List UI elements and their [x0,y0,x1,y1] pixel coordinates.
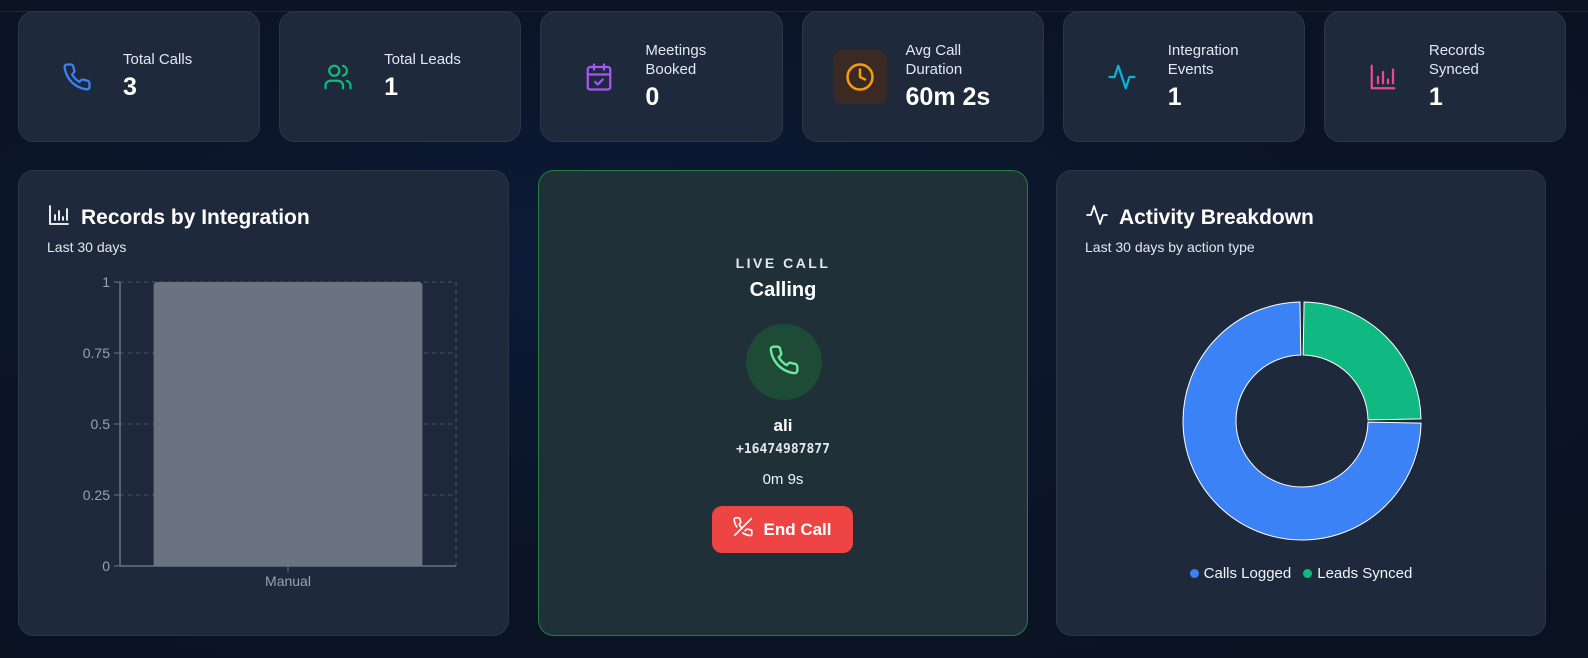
y-tick-label: 0 [102,558,110,574]
stat-label: Total Leads [384,51,461,68]
legend-label: Calls Logged [1203,565,1292,582]
phone-icon [59,59,95,95]
stat-value: 60m 2s [905,82,991,111]
caller-name: ali [773,416,793,435]
stat-value: 1 [1428,82,1443,111]
phone-off-icon [733,516,754,542]
live-call-tag: LIVE CALL [735,255,831,271]
bar [153,282,423,566]
stat-value: 1 [1167,82,1182,111]
stat-label: Records Synced [1428,41,1485,78]
legend-swatch [1189,569,1199,578]
end-call-label: End Call [763,519,832,539]
legend-label: Leads Synced [1317,565,1413,582]
call-timer: 0m 9s [762,471,804,488]
y-tick-label: 0.75 [83,345,110,361]
activity-breakdown-card: Activity Breakdown Last 30 days by actio… [1056,170,1546,636]
activity-icon [1104,59,1140,95]
stat-value: 1 [384,73,399,101]
end-call-button[interactable]: End Call [712,506,853,553]
stat-label: Total Calls [123,51,193,68]
stat-total-calls: Total Calls 3 [18,11,261,142]
stat-value: 3 [123,73,137,101]
legend-swatch [1303,569,1313,578]
legend-item[interactable]: Leads Synced [1303,565,1412,582]
stat-integration-events: Integration Events 1 [1062,11,1305,142]
chart-legend: Calls Logged Leads Synced [1057,565,1545,582]
y-tick-label: 0.5 [91,416,111,432]
call-status: Calling [749,279,817,301]
caller-avatar [746,324,822,400]
stat-label: Avg Call Duration [905,41,963,78]
stat-avg-call-duration: Avg Call Duration 60m 2s [801,11,1044,142]
bar-chart-icon [1365,59,1401,95]
phone-icon [768,344,800,381]
live-call-card: LIVE CALL Calling ali +16474987877 0m 9s… [538,170,1028,636]
caller-phone: +16474987877 [736,442,830,457]
legend-item[interactable]: Calls Logged [1189,565,1292,582]
clock-icon [832,49,887,104]
calendar-check-icon [581,59,617,95]
donut-slice [1302,301,1422,421]
stat-value: 0 [645,82,660,111]
stat-total-leads: Total Leads 1 [279,11,522,142]
bar-chart: 0 0.25 0.5 0.75 1 Manual [83,274,457,589]
stat-meetings-booked: Meetings Booked 0 [540,11,783,142]
stats-row: Total Calls 3 Total Leads 1 Meetings Boo… [18,11,1567,142]
users-icon [320,59,356,95]
stat-records-synced: Records Synced 1 [1323,11,1567,142]
records-by-integration-card: Records by Integration Last 30 days 0 0.2… [18,170,509,636]
y-tick-label: 0.25 [83,487,110,503]
y-tick-label: 1 [102,274,110,290]
x-tick-label: Manual [265,573,311,589]
stat-label: Integration Events [1167,41,1239,78]
stat-label: Meetings Booked [645,41,707,78]
